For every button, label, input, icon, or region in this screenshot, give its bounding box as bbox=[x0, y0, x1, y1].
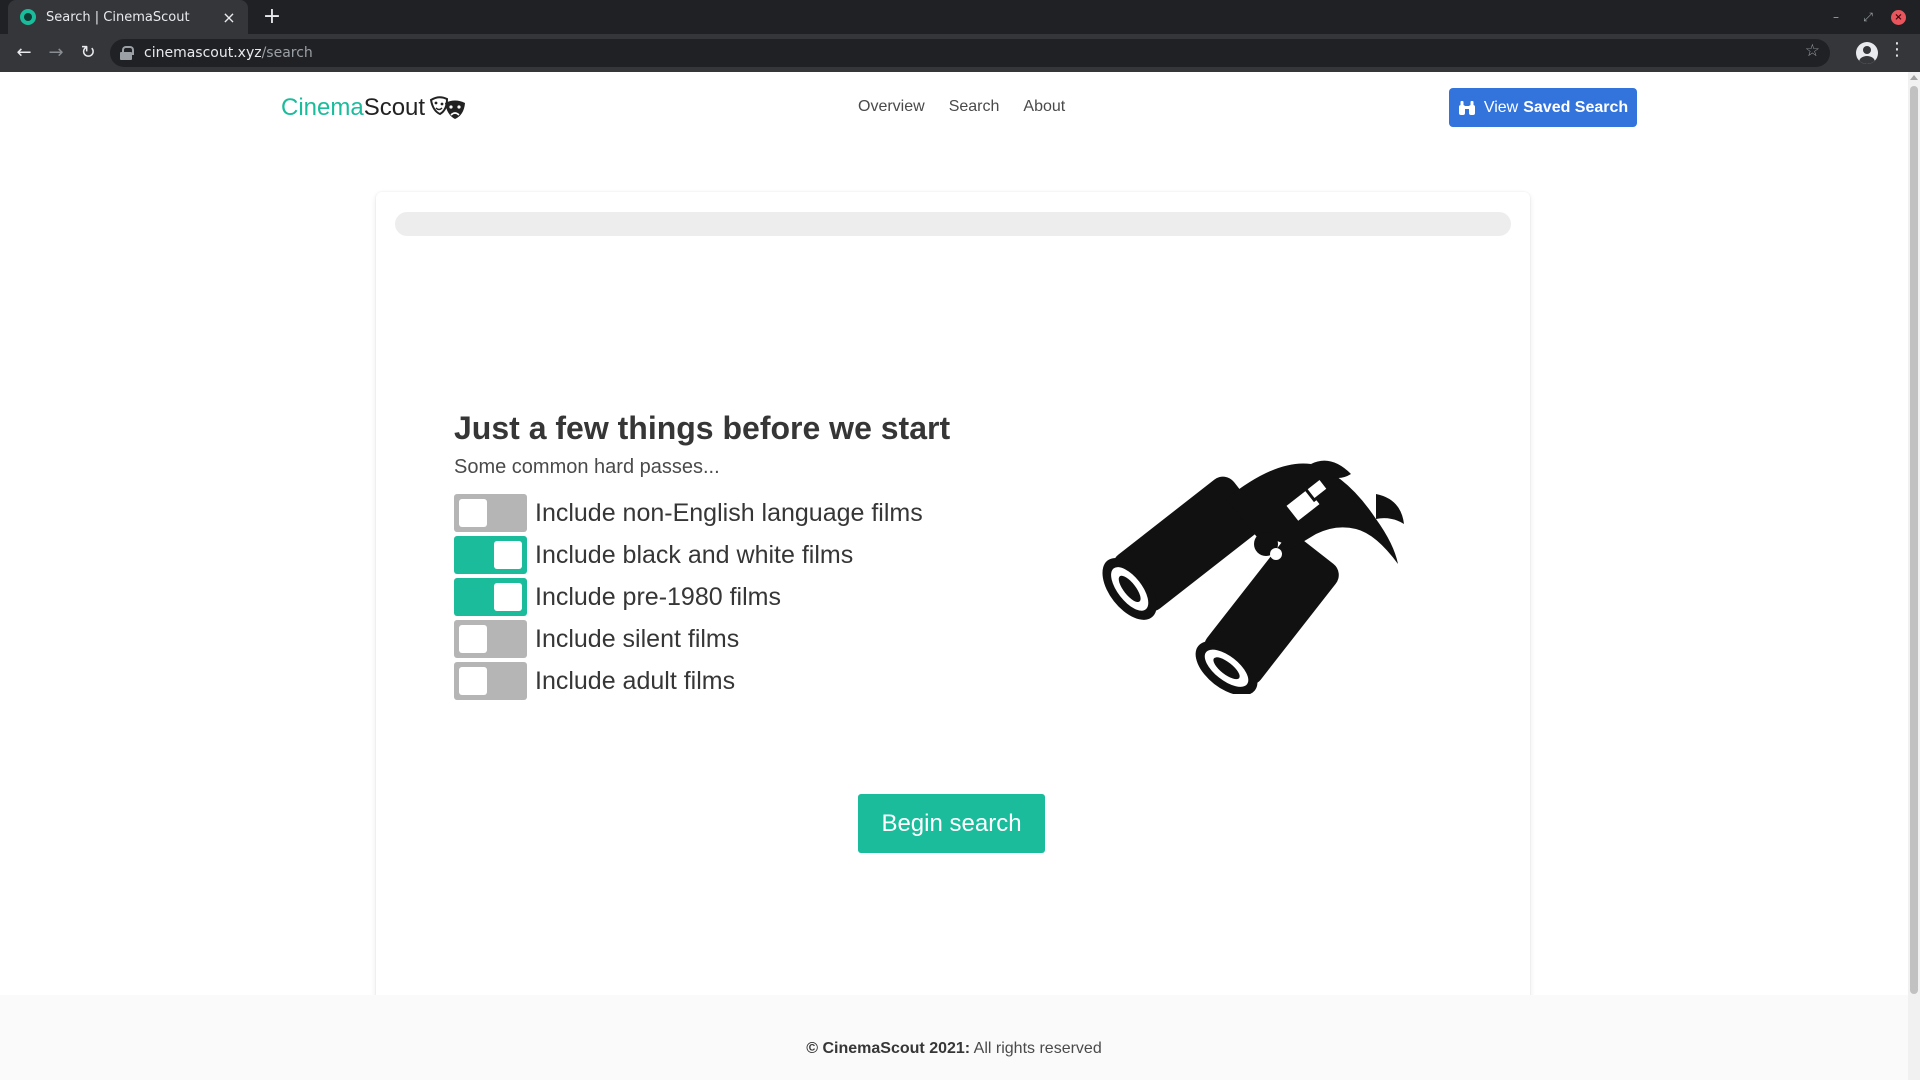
minimize-icon[interactable]: – bbox=[1827, 8, 1845, 26]
kebab-menu-icon[interactable]: ⋮ bbox=[1888, 39, 1906, 60]
toggle-knob bbox=[494, 583, 522, 611]
toggle-switch[interactable] bbox=[454, 620, 527, 658]
url-path: /search bbox=[261, 45, 313, 61]
favicon-icon bbox=[20, 9, 36, 25]
toggle-row-non-english[interactable]: Include non-English language films bbox=[454, 494, 923, 532]
view-saved-search-button[interactable]: View Saved Search bbox=[1449, 88, 1637, 127]
window-controls: – ⤢ × bbox=[1827, 0, 1906, 34]
star-icon[interactable]: ☆ bbox=[1805, 41, 1820, 61]
toggle-row-black-white[interactable]: Include black and white films bbox=[454, 536, 853, 574]
page-scrollbar[interactable] bbox=[1908, 72, 1920, 1080]
restore-icon[interactable]: ⤢ bbox=[1859, 8, 1877, 26]
site-navbar: Cinema Scout Overview Search About View … bbox=[0, 72, 1908, 144]
lock-icon[interactable] bbox=[120, 46, 134, 60]
page-title: Just a few things before we start bbox=[454, 410, 951, 446]
toggle-switch[interactable] bbox=[454, 578, 527, 616]
toggle-label: Include pre-1980 films bbox=[535, 582, 781, 611]
saved-button-bold: Saved Search bbox=[1523, 98, 1629, 116]
address-bar[interactable]: cinemascout.xyz/search ☆ bbox=[110, 39, 1830, 67]
begin-search-button[interactable]: Begin search bbox=[858, 794, 1045, 853]
site-footer: © CinemaScout 2021: All rights reserved bbox=[0, 995, 1908, 1080]
brand-name-scout: Scout bbox=[363, 94, 426, 121]
toggle-label: Include non-English language films bbox=[535, 498, 923, 527]
close-icon[interactable]: × bbox=[220, 8, 238, 27]
nav-about[interactable]: About bbox=[1023, 98, 1065, 116]
reload-icon[interactable]: ↻ bbox=[74, 39, 102, 67]
toggle-switch[interactable] bbox=[454, 536, 527, 574]
toggle-knob bbox=[459, 667, 487, 695]
theater-masks-icon bbox=[429, 96, 466, 119]
nav-search[interactable]: Search bbox=[949, 98, 1000, 116]
toggle-knob bbox=[494, 541, 522, 569]
footer-rights: All rights reserved bbox=[973, 1040, 1102, 1057]
browser-tab[interactable]: Search | CinemaScout × bbox=[8, 0, 248, 34]
page: Cinema Scout Overview Search About View … bbox=[0, 72, 1908, 1080]
browser-tab-strip: Search | CinemaScout × + – ⤢ × bbox=[0, 0, 1920, 34]
scrollbar-thumb[interactable] bbox=[1910, 86, 1918, 994]
footer-text: © CinemaScout 2021: All rights reserved bbox=[0, 1040, 1908, 1058]
brand-logo[interactable]: Cinema Scout bbox=[281, 94, 469, 122]
back-icon[interactable]: ← bbox=[10, 39, 38, 67]
progress-bar bbox=[395, 212, 1511, 236]
forward-icon[interactable]: → bbox=[42, 39, 70, 67]
browser-toolbar: ← → ↻ cinemascout.xyz/search ☆ ⋮ bbox=[0, 34, 1920, 72]
toggle-row-pre-1980[interactable]: Include pre-1980 films bbox=[454, 578, 781, 616]
binoculars-illustration-icon bbox=[1102, 460, 1404, 694]
toggle-row-silent[interactable]: Include silent films bbox=[454, 620, 739, 658]
toggle-switch[interactable] bbox=[454, 494, 527, 532]
toggle-label: Include black and white films bbox=[535, 540, 854, 569]
brand-name-cinema: Cinema bbox=[281, 94, 364, 121]
toggle-knob bbox=[459, 625, 487, 653]
plus-icon[interactable]: + bbox=[258, 3, 286, 31]
saved-button-prefix: View bbox=[1483, 98, 1519, 116]
toggle-row-adult[interactable]: Include adult films bbox=[454, 662, 735, 700]
window-close-icon[interactable]: × bbox=[1891, 9, 1906, 25]
toggle-label: Include adult films bbox=[535, 666, 736, 695]
url-host: cinemascout.xyz bbox=[144, 45, 262, 61]
toggle-label: Include silent films bbox=[535, 624, 740, 653]
scroll-up-icon[interactable] bbox=[1910, 75, 1918, 80]
footer-copyright: © CinemaScout 2021: bbox=[806, 1040, 971, 1057]
toggle-knob bbox=[459, 499, 487, 527]
profile-icon[interactable] bbox=[1856, 42, 1878, 64]
binoculars-icon bbox=[1458, 100, 1475, 115]
toggle-switch[interactable] bbox=[454, 662, 527, 700]
nav-links: Overview Search About bbox=[858, 98, 1065, 116]
nav-overview[interactable]: Overview bbox=[858, 98, 925, 116]
search-card: Just a few things before we start Some c… bbox=[376, 192, 1530, 1019]
page-subtitle: Some common hard passes... bbox=[454, 456, 720, 478]
tab-title: Search | CinemaScout bbox=[46, 9, 190, 25]
